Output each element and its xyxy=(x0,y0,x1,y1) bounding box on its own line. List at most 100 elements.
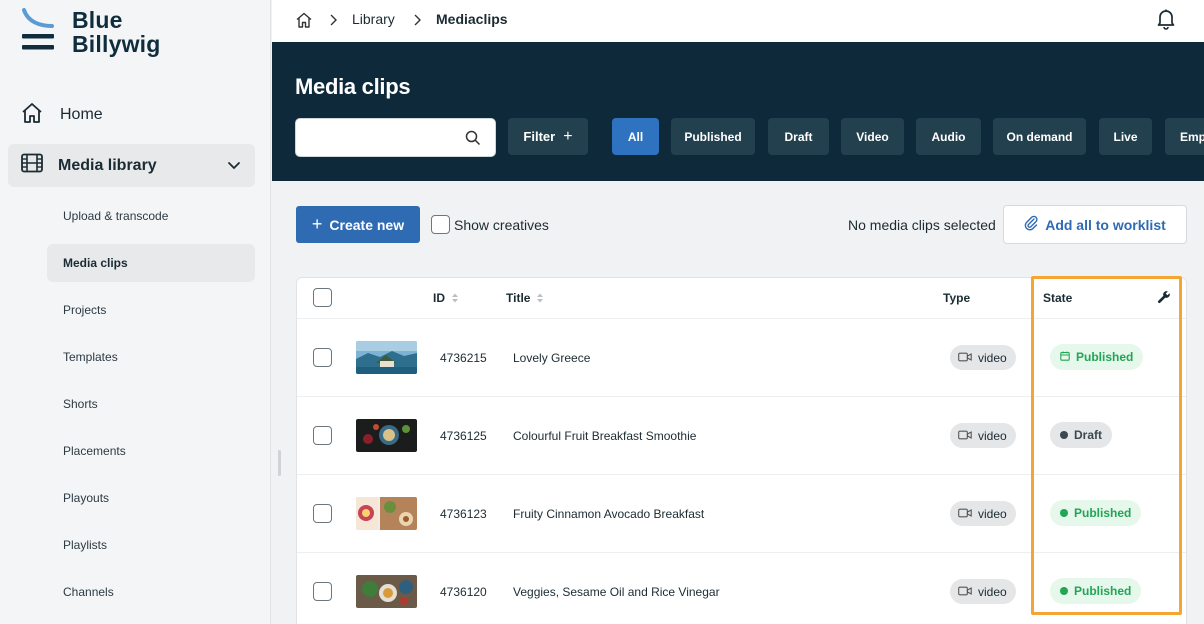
home-icon xyxy=(20,101,44,130)
media-clips-table: ID Title Type State 4736215 Lovely Greec… xyxy=(296,277,1187,624)
status-dot-icon xyxy=(1060,431,1068,439)
row-checkbox[interactable] xyxy=(313,426,332,445)
clip-title[interactable]: Veggies, Sesame Oil and Rice Vinegar xyxy=(513,585,720,599)
plus-icon: + xyxy=(311,214,323,234)
sidebar-item-playouts[interactable]: Playouts xyxy=(47,479,255,517)
column-header-title[interactable]: Title xyxy=(506,291,544,305)
sidebar-item-projects[interactable]: Projects xyxy=(47,291,255,329)
status-dot-icon xyxy=(1060,587,1068,595)
clip-title[interactable]: Fruity Cinnamon Avocado Breakfast xyxy=(513,507,704,521)
brand-mark-icon xyxy=(22,8,56,54)
search-input[interactable] xyxy=(306,119,466,156)
chip-live[interactable]: Live xyxy=(1099,118,1152,155)
row-checkbox[interactable] xyxy=(313,504,332,523)
type-label: video xyxy=(978,350,1007,365)
sidebar: Blue Billywig Home Media library Upload … xyxy=(0,0,271,624)
wrench-icon[interactable] xyxy=(1157,290,1171,309)
sidebar-item-channels[interactable]: Channels xyxy=(47,573,255,611)
topbar: Library Mediaclips xyxy=(272,0,1204,42)
bell-icon[interactable] xyxy=(1156,8,1176,35)
table-row[interactable]: 4736215 Lovely Greece video Published xyxy=(297,319,1186,397)
clip-title[interactable]: Lovely Greece xyxy=(513,351,590,365)
sidebar-item-playlists[interactable]: Playlists xyxy=(47,526,255,564)
column-header-id[interactable]: ID xyxy=(433,291,459,305)
page-header: Media clips Filter + All Published Draft… xyxy=(272,42,1204,181)
breadcrumb-home-icon[interactable] xyxy=(295,11,313,34)
clip-id: 4736123 xyxy=(440,507,487,521)
breadcrumb-separator-icon xyxy=(328,13,338,30)
chip-published[interactable]: Published xyxy=(671,118,755,155)
row-checkbox[interactable] xyxy=(313,348,332,367)
video-camera-icon xyxy=(958,429,972,443)
brand-line-1: Blue xyxy=(72,7,123,33)
table-row[interactable]: 4736120 Veggies, Sesame Oil and Rice Vin… xyxy=(297,553,1186,624)
breadcrumb-current: Mediaclips xyxy=(436,11,508,27)
type-label: video xyxy=(978,584,1007,599)
clip-title[interactable]: Colourful Fruit Breakfast Smoothie xyxy=(513,429,696,443)
sidebar-item-placements[interactable]: Placements xyxy=(47,432,255,470)
show-creatives-checkbox[interactable] xyxy=(431,215,450,234)
video-camera-icon xyxy=(958,585,972,599)
sidebar-resize-handle[interactable] xyxy=(278,450,281,476)
type-label: video xyxy=(978,428,1007,443)
paperclip-icon xyxy=(1024,215,1038,234)
thumbnail-greece[interactable] xyxy=(356,341,417,374)
sidebar-item-upload-transcode[interactable]: Upload & transcode xyxy=(47,197,255,235)
breadcrumb-library[interactable]: Library xyxy=(352,11,395,27)
create-new-button[interactable]: + Create new xyxy=(296,206,420,243)
table-row[interactable]: 4736125 Colourful Fruit Breakfast Smooth… xyxy=(297,397,1186,475)
sidebar-item-shorts[interactable]: Shorts xyxy=(47,385,255,423)
thumbnail-breakfast[interactable] xyxy=(356,497,417,530)
sidebar-item-home[interactable]: Home xyxy=(20,100,103,130)
chip-audio[interactable]: Audio xyxy=(916,118,981,155)
filter-button[interactable]: Filter + xyxy=(508,118,588,155)
thumbnail-smoothie[interactable] xyxy=(356,419,417,452)
worklist-label: Add all to worklist xyxy=(1045,216,1166,233)
brand-line-2: Billywig xyxy=(72,31,161,57)
type-label: video xyxy=(978,506,1007,521)
video-camera-icon xyxy=(958,351,972,365)
clip-id: 4736125 xyxy=(440,429,487,443)
column-header-state: State xyxy=(1043,291,1073,305)
column-header-type: Type xyxy=(943,291,971,305)
breadcrumb-separator-icon xyxy=(412,13,422,30)
sidebar-item-label: Home xyxy=(60,106,103,123)
status-label: Published xyxy=(1076,350,1134,364)
type-badge: video xyxy=(950,579,1016,604)
sidebar-item-media-library[interactable]: Media library xyxy=(8,144,255,187)
add-all-to-worklist-button[interactable]: Add all to worklist xyxy=(1003,205,1187,244)
status-label: Published xyxy=(1074,506,1132,520)
chip-all[interactable]: All xyxy=(612,118,659,155)
show-creatives-toggle[interactable]: Show creatives xyxy=(431,215,549,234)
chip-draft[interactable]: Draft xyxy=(768,118,829,155)
clip-id: 4736215 xyxy=(440,351,487,365)
show-creatives-label: Show creatives xyxy=(454,216,549,233)
clip-id: 4736120 xyxy=(440,585,487,599)
sidebar-item-media-clips[interactable]: Media clips xyxy=(47,244,255,282)
status-label: Draft xyxy=(1074,428,1103,442)
plus-icon: + xyxy=(563,127,573,145)
film-icon xyxy=(21,153,43,178)
page-title: Media clips xyxy=(295,74,411,99)
video-camera-icon xyxy=(958,507,972,521)
chip-on-demand[interactable]: On demand xyxy=(993,118,1086,155)
search-box[interactable] xyxy=(295,118,496,157)
table-row[interactable]: 4736123 Fruity Cinnamon Avocado Breakfas… xyxy=(297,475,1186,553)
chevron-down-icon[interactable] xyxy=(225,156,243,179)
status-badge: Published xyxy=(1050,344,1144,370)
thumbnail-veggies[interactable] xyxy=(356,575,417,608)
chip-empty[interactable]: Emp xyxy=(1165,118,1204,155)
filter-label: Filter xyxy=(523,129,556,144)
sort-icon xyxy=(451,292,459,304)
calendar-icon xyxy=(1060,350,1070,364)
type-badge: video xyxy=(950,345,1016,370)
brand-logo[interactable]: Blue Billywig xyxy=(22,8,161,56)
type-badge: video xyxy=(950,501,1016,526)
row-checkbox[interactable] xyxy=(313,582,332,601)
sort-icon xyxy=(536,292,544,304)
sidebar-item-templates[interactable]: Templates xyxy=(47,338,255,376)
chip-video[interactable]: Video xyxy=(841,118,904,155)
column-header-label: Title xyxy=(506,291,531,305)
select-all-checkbox[interactable] xyxy=(313,288,332,307)
search-icon[interactable] xyxy=(465,130,481,151)
